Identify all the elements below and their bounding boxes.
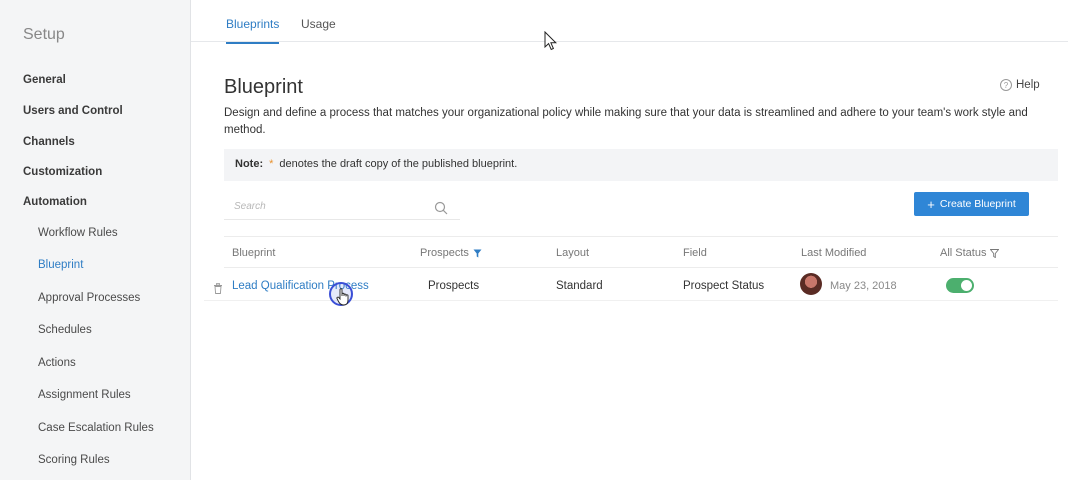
create-blueprint-label: Create Blueprint bbox=[939, 198, 1016, 210]
column-header-prospects[interactable]: Prospects bbox=[420, 247, 482, 259]
tab-usage[interactable]: Usage bbox=[301, 17, 336, 42]
sidebar-title: Setup bbox=[23, 26, 65, 43]
arrow-cursor-icon bbox=[544, 31, 557, 51]
sidebar-item-general[interactable]: General bbox=[23, 74, 66, 86]
search-box bbox=[224, 196, 460, 220]
search-icon[interactable] bbox=[434, 201, 448, 220]
column-header-last-modified[interactable]: Last Modified bbox=[801, 247, 866, 259]
sidebar-item-scoring-rules[interactable]: Scoring Rules bbox=[38, 454, 110, 466]
note-text: denotes the draft copy of the published … bbox=[279, 158, 518, 170]
cell-field: Prospect Status bbox=[683, 280, 765, 292]
column-header-all-status[interactable]: All Status bbox=[940, 247, 1000, 259]
column-header-field[interactable]: Field bbox=[683, 247, 707, 259]
note-label: Note: bbox=[235, 158, 264, 170]
column-header-blueprint[interactable]: Blueprint bbox=[232, 247, 275, 259]
page-description: Design and define a process that matches… bbox=[224, 107, 1028, 136]
help-link[interactable]: ? Help bbox=[1000, 79, 1040, 91]
sidebar-item-channels[interactable]: Channels bbox=[23, 136, 75, 148]
draft-star-marker: * bbox=[269, 158, 274, 170]
sidebar: Setup General Users and Control Channels… bbox=[0, 0, 191, 480]
plus-icon: + bbox=[927, 196, 935, 212]
toggle-knob bbox=[961, 280, 972, 291]
help-icon: ? bbox=[1000, 79, 1012, 91]
avatar bbox=[800, 273, 822, 295]
cell-layout: Standard bbox=[556, 280, 603, 292]
sidebar-item-workflow-rules[interactable]: Workflow Rules bbox=[38, 227, 118, 239]
status-toggle[interactable] bbox=[946, 278, 974, 293]
search-input[interactable] bbox=[234, 201, 424, 212]
table-header: Blueprint Prospects Layout Field Last Mo… bbox=[224, 236, 1058, 268]
trash-icon[interactable] bbox=[213, 281, 223, 299]
cell-prospects: Prospects bbox=[428, 280, 480, 292]
create-blueprint-button[interactable]: + Create Blueprint bbox=[914, 192, 1029, 216]
tab-blueprints[interactable]: Blueprints bbox=[226, 17, 280, 44]
sidebar-item-blueprint[interactable]: Blueprint bbox=[38, 259, 83, 271]
sidebar-item-schedules[interactable]: Schedules bbox=[38, 324, 92, 336]
filter-icon[interactable] bbox=[473, 249, 482, 258]
sidebar-item-approval-processes[interactable]: Approval Processes bbox=[38, 292, 140, 304]
sidebar-item-assignment-rules[interactable]: Assignment Rules bbox=[38, 389, 131, 401]
sidebar-item-automation[interactable]: Automation bbox=[23, 196, 87, 208]
sidebar-item-users-and-control[interactable]: Users and Control bbox=[23, 105, 123, 117]
note-banner: Note: * denotes the draft copy of the publ… bbox=[224, 149, 1058, 181]
page-title: Blueprint bbox=[224, 76, 303, 98]
column-header-layout[interactable]: Layout bbox=[556, 247, 589, 259]
help-label: Help bbox=[1016, 79, 1040, 91]
tab-bar: Blueprints Usage bbox=[191, 0, 1068, 44]
column-header-prospects-label: Prospects bbox=[420, 247, 469, 259]
all-status-label: All Status bbox=[940, 247, 987, 259]
sidebar-item-customization[interactable]: Customization bbox=[23, 166, 102, 178]
hand-cursor-icon bbox=[336, 288, 349, 306]
cell-last-modified: May 23, 2018 bbox=[830, 280, 897, 292]
sidebar-item-actions[interactable]: Actions bbox=[38, 357, 76, 369]
status-filter-icon[interactable] bbox=[990, 248, 1000, 258]
sidebar-item-case-escalation-rules[interactable]: Case Escalation Rules bbox=[38, 422, 154, 434]
